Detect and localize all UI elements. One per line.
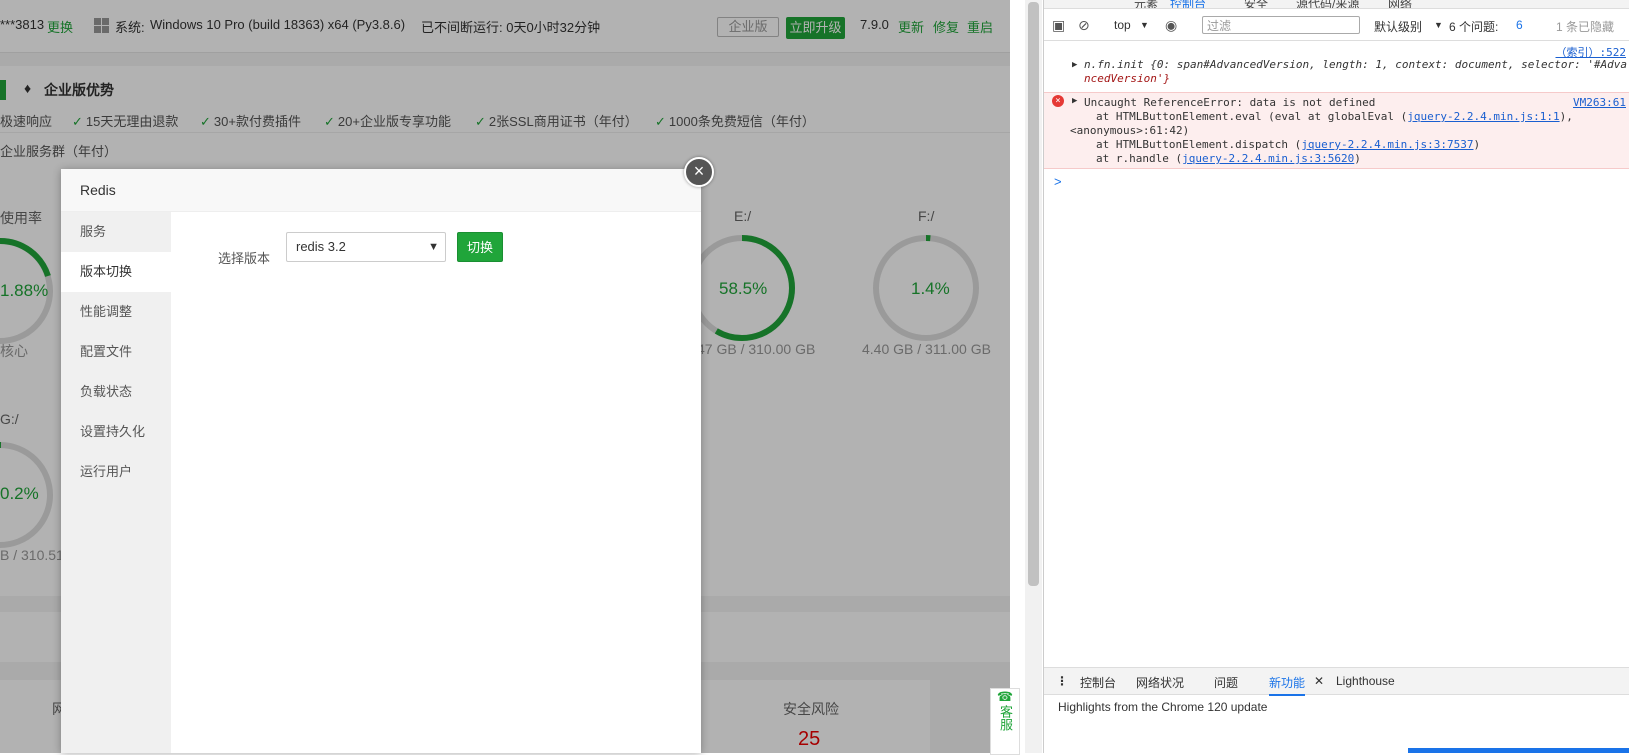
tab-security[interactable]: 安全: [1244, 0, 1268, 8]
page-scrollbar[interactable]: [1025, 0, 1042, 753]
stack-line: at HTMLButtonElement.eval (eval at globa…: [1096, 110, 1408, 123]
drawer-tab-lighthouse[interactable]: Lighthouse: [1336, 674, 1395, 688]
menu-run-user[interactable]: 运行用户: [61, 452, 171, 492]
menu-load-status[interactable]: 负载状态: [61, 372, 171, 412]
stack-line: ),: [1559, 110, 1573, 123]
modal-close-button[interactable]: ×: [684, 157, 714, 187]
drawer-tab-console[interactable]: 控制台: [1080, 674, 1116, 691]
stack-line: at HTMLButtonElement.dispatch (: [1096, 138, 1302, 151]
menu-version-switch[interactable]: 版本切换: [61, 252, 171, 292]
menu-performance[interactable]: 性能调整: [61, 292, 171, 332]
tab-console[interactable]: 控制台: [1170, 0, 1206, 8]
console-error-entry: × VM263:61 ▶ Uncaught ReferenceError: da…: [1044, 92, 1629, 169]
tab-sources[interactable]: 源代码/来源: [1296, 0, 1359, 8]
filter-input[interactable]: 过滤: [1202, 16, 1360, 34]
tab-network[interactable]: 网络: [1388, 0, 1412, 8]
context-select[interactable]: top: [1114, 18, 1131, 32]
issues-count[interactable]: 6: [1516, 18, 1523, 32]
headset-icon: ☎: [996, 689, 1014, 704]
error-source-link[interactable]: VM263:61: [1573, 96, 1626, 109]
stack-link[interactable]: jquery-2.2.4.min.js:3:7537: [1301, 138, 1473, 151]
stack-line: <anonymous>:61:42): [1070, 124, 1190, 137]
close-icon[interactable]: ✕: [1314, 674, 1324, 688]
modal-sidebar: 服务 版本切换 性能调整 配置文件 负载状态 设置持久化 运行用户: [61, 212, 171, 753]
drawer-tab-issues[interactable]: 问题: [1214, 674, 1238, 691]
tab-elements[interactable]: 元素: [1134, 0, 1158, 8]
sidebar-toggle-icon[interactable]: ▣: [1052, 17, 1065, 34]
modal-title: Redis: [61, 169, 701, 212]
version-select[interactable]: redis 3.2 ▼: [286, 232, 446, 262]
whats-new-text: Highlights from the Chrome 120 update: [1058, 700, 1268, 714]
menu-service[interactable]: 服务: [61, 212, 171, 252]
log-text-cont: ncedVersion'}: [1084, 72, 1171, 85]
version-label: 选择版本: [218, 251, 271, 266]
stack-link[interactable]: jquery-2.2.4.min.js:3:5620: [1182, 152, 1354, 165]
drawer-tab-whats-new[interactable]: 新功能: [1269, 674, 1306, 696]
expand-triangle-icon[interactable]: ▶: [1072, 96, 1077, 106]
console-filter-bar: ▣ ⊘ top ▼ ◉ 过滤 默认级别 ▼ 6 个问题: 6 1 条已隐藏: [1044, 10, 1629, 41]
drawer-tab-network-conditions[interactable]: 网络状况: [1136, 674, 1184, 691]
chevron-down-icon: ▼: [428, 241, 439, 253]
switch-version-button[interactable]: 切换: [457, 232, 503, 262]
hidden-count: 1 条已隐藏: [1556, 20, 1615, 34]
eye-icon[interactable]: ◉: [1165, 17, 1177, 34]
customer-service-button[interactable]: ☎ 客服: [990, 688, 1020, 755]
log-level-select[interactable]: 默认级别: [1374, 18, 1422, 35]
chevron-down-icon: ▼: [1140, 20, 1149, 30]
menu-persistence[interactable]: 设置持久化: [61, 412, 171, 452]
whats-new-banner: [1408, 748, 1629, 753]
console-prompt[interactable]: >: [1054, 174, 1062, 189]
error-icon: ×: [1052, 95, 1064, 107]
expand-triangle-icon[interactable]: ▶: [1072, 60, 1077, 70]
console-log-entry: （索引）:522 ▶ n.fn.init {0: span#AdvancedVe…: [1044, 44, 1629, 92]
log-text: n.fn.init {0: span#AdvancedVersion, leng…: [1084, 58, 1628, 71]
clear-console-icon[interactable]: ⊘: [1078, 17, 1090, 34]
kefu-label: 客服: [998, 705, 1013, 731]
version-selected-value: redis 3.2: [296, 239, 346, 254]
devtools-tabs: 元素 控制台 安全 源代码/来源 网络: [1044, 0, 1629, 9]
devtools-panel: 元素 控制台 安全 源代码/来源 网络 ▣ ⊘ top ▼ ◉ 过滤 默认级别 …: [1043, 0, 1629, 753]
devtools-drawer-tabs: ⋮ 控制台 网络状况 问题 新功能 ✕ Lighthouse: [1044, 667, 1629, 696]
error-message: Uncaught ReferenceError: data is not def…: [1084, 96, 1376, 109]
stack-link[interactable]: jquery-2.2.4.min.js:1:1: [1407, 110, 1559, 123]
scrollbar-thumb[interactable]: [1028, 2, 1039, 586]
chevron-down-icon: ▼: [1434, 20, 1443, 30]
more-menu-icon[interactable]: ⋮: [1056, 674, 1068, 688]
menu-config-file[interactable]: 配置文件: [61, 332, 171, 372]
stack-line: at r.handle (: [1096, 152, 1183, 165]
issues-label: 6 个问题:: [1449, 20, 1499, 34]
